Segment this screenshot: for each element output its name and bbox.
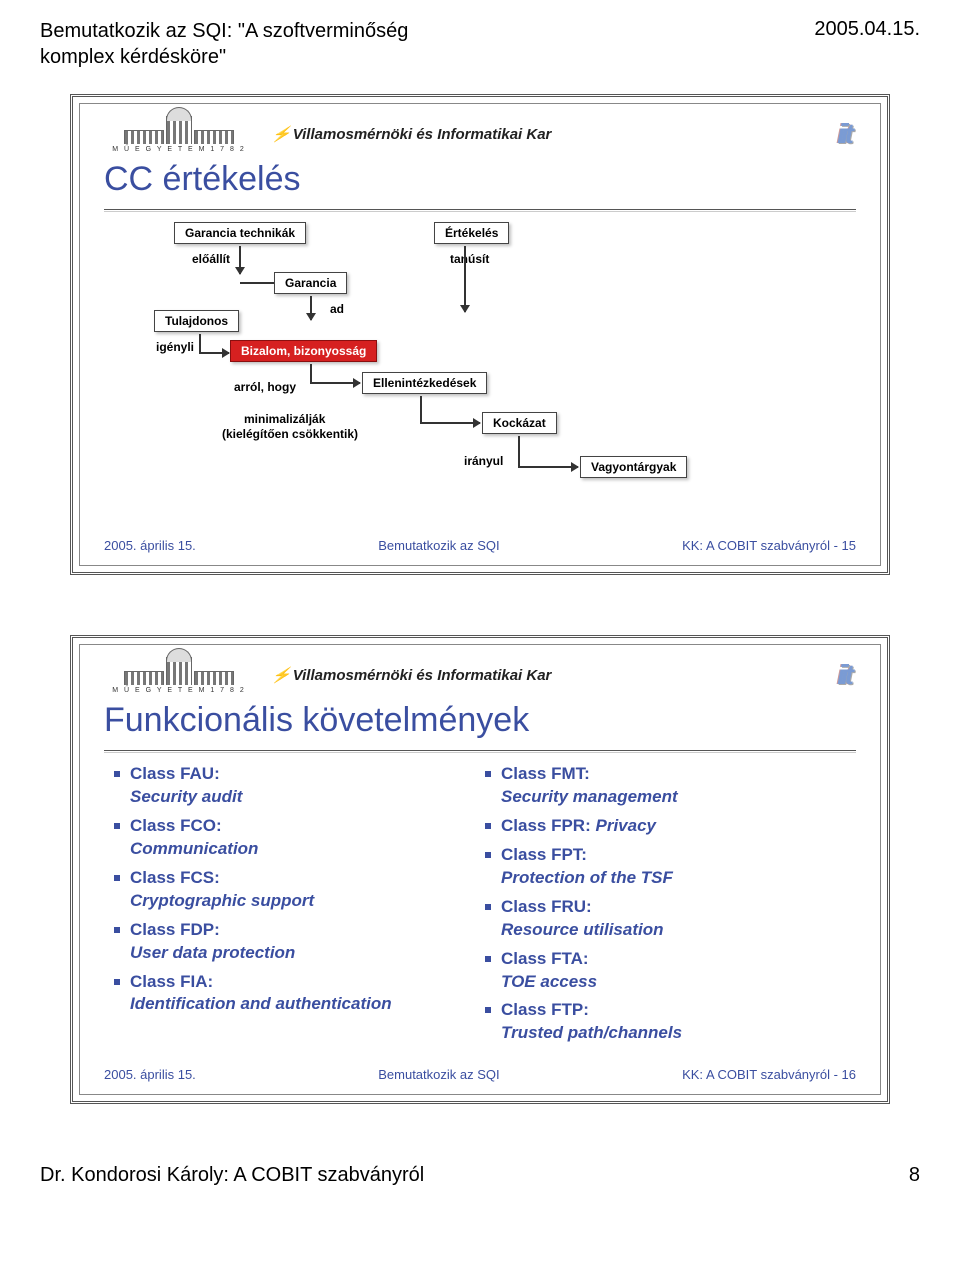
list-item: Class FCO:Communication: [114, 815, 475, 861]
label-igenyli: igényli: [156, 340, 194, 354]
list-item: Class FPR: Privacy: [485, 815, 846, 838]
list-item: Class FAU:Security audit: [114, 763, 475, 809]
requirements-columns: Class FAU:Security audit Class FCO:Commun…: [104, 763, 856, 1051]
doc-title-line2: komplex kérdésköre": [40, 46, 226, 68]
list-item-text: Class FTA:TOE access: [501, 948, 597, 994]
box-bizalom: Bizalom, bizonyosság: [230, 340, 377, 362]
slide2-footer-right: KK: A COBIT szabványról - 16: [682, 1067, 856, 1082]
label-arrol-hogy: arról, hogy: [234, 380, 296, 394]
bullet-icon: [485, 1007, 491, 1013]
bullet-icon: [485, 771, 491, 777]
list-item-text: Class FRU:Resource utilisation: [501, 896, 663, 942]
page-footer: Dr. Kondorosi Károly: A COBIT szabványró…: [40, 1164, 920, 1187]
slide2-title: Funkcionális követelmények: [104, 701, 856, 740]
box-ellenintezkedesek: Ellenintézkedések: [362, 372, 487, 394]
right-column: Class FMT:Security management Class FPR: …: [485, 763, 846, 1051]
box-garancia-technikak: Garancia technikák: [174, 222, 306, 244]
title-divider: [104, 750, 856, 751]
list-item: Class FTA:TOE access: [485, 948, 846, 994]
bullet-icon: [485, 852, 491, 858]
title-divider: [104, 209, 856, 210]
list-item: Class FRU:Resource utilisation: [485, 896, 846, 942]
department-label: ⚡Villamosmérnöki és Informatikai Kar: [272, 666, 551, 684]
list-item-text: Class FCS:Cryptographic support: [130, 867, 314, 913]
box-vagyontargyak: Vagyontárgyak: [580, 456, 687, 478]
page-header: Bemutatkozik az SQI: "A szoftverminőség …: [40, 18, 920, 70]
list-item-text: Class FCO:Communication: [130, 815, 258, 861]
list-item-text: Class FMT:Security management: [501, 763, 678, 809]
university-logo-icon: M Ű E G Y E T E M 1 7 8 2: [104, 114, 254, 154]
page-number: 8: [909, 1164, 920, 1187]
iit-logo-icon: iit: [837, 118, 856, 150]
university-logo-icon: M Ű E G Y E T E M 1 7 8 2: [104, 655, 254, 695]
bullet-icon: [114, 927, 120, 933]
label-eloallit: előállít: [192, 252, 230, 266]
box-garancia: Garancia: [274, 272, 347, 294]
list-item-text: Class FTP:Trusted path/channels: [501, 999, 682, 1045]
slide2-footer-mid: Bemutatkozik az SQI: [196, 1067, 682, 1082]
university-caption: M Ű E G Y E T E M 1 7 8 2: [104, 146, 254, 153]
box-tulajdonos: Tulajdonos: [154, 310, 239, 332]
slide-2: M Ű E G Y E T E M 1 7 8 2 ⚡Villamosmérnö…: [70, 635, 890, 1104]
doc-title-line1: Bemutatkozik az SQI: "A szoftverminőség: [40, 20, 408, 42]
slide-logos: M Ű E G Y E T E M 1 7 8 2 ⚡Villamosmérnö…: [104, 655, 856, 695]
list-item-text: Class FAU:Security audit: [130, 763, 242, 809]
left-column: Class FAU:Security audit Class FCO:Commun…: [114, 763, 475, 1051]
bullet-icon: [114, 823, 120, 829]
slide2-footer: 2005. április 15. Bemutatkozik az SQI KK…: [104, 1067, 856, 1082]
bullet-icon: [485, 904, 491, 910]
list-item-text: Class FPR: Privacy: [501, 815, 656, 838]
list-item-text: Class FIA:Identification and authenticat…: [130, 971, 392, 1017]
slide-1: M Ű E G Y E T E M 1 7 8 2 ⚡Villamosmérnö…: [70, 94, 890, 575]
bullet-icon: [114, 771, 120, 777]
box-ertekeles: Értékelés: [434, 222, 509, 244]
label-minimal2: (kielégítően csökkentik): [222, 427, 358, 441]
bolt-icon: ⚡: [270, 125, 292, 143]
list-item: Class FIA:Identification and authenticat…: [114, 971, 475, 1017]
bullet-icon: [485, 956, 491, 962]
doc-title: Bemutatkozik az SQI: "A szoftverminőség …: [40, 18, 408, 70]
slide1-footer-date: 2005. április 15.: [104, 538, 196, 553]
university-caption: M Ű E G Y E T E M 1 7 8 2: [104, 687, 254, 694]
slide-logos: M Ű E G Y E T E M 1 7 8 2 ⚡Villamosmérnö…: [104, 114, 856, 154]
label-minimal1: minimalizálják: [244, 412, 325, 426]
slide1-footer: 2005. április 15. Bemutatkozik az SQI KK…: [104, 538, 856, 553]
list-item-text: Class FDP:User data protection: [130, 919, 295, 965]
label-iranyul: irányul: [464, 454, 503, 468]
slide1-footer-right: KK: A COBIT szabványról - 15: [682, 538, 856, 553]
list-item: Class FDP:User data protection: [114, 919, 475, 965]
department-label: ⚡Villamosmérnöki és Informatikai Kar: [272, 125, 551, 143]
slide1-title: CC értékelés: [104, 160, 856, 199]
label-ad: ad: [330, 302, 344, 316]
list-item: Class FCS:Cryptographic support: [114, 867, 475, 913]
cc-diagram: Garancia technikák Értékelés előállít ta…: [104, 222, 856, 522]
bullet-icon: [114, 979, 120, 985]
list-item: Class FMT:Security management: [485, 763, 846, 809]
slide2-footer-date: 2005. április 15.: [104, 1067, 196, 1082]
list-item: Class FTP:Trusted path/channels: [485, 999, 846, 1045]
doc-date: 2005.04.15.: [814, 18, 920, 41]
bolt-icon: ⚡: [270, 666, 292, 684]
bullet-icon: [114, 875, 120, 881]
box-kockazat: Kockázat: [482, 412, 557, 434]
list-item-text: Class FPT:Protection of the TSF: [501, 844, 673, 890]
list-item: Class FPT:Protection of the TSF: [485, 844, 846, 890]
slide1-footer-mid: Bemutatkozik az SQI: [196, 538, 682, 553]
iit-logo-icon: iit: [837, 659, 856, 691]
bullet-icon: [485, 823, 491, 829]
label-tanusit: tanúsít: [450, 252, 489, 266]
page-footer-left: Dr. Kondorosi Károly: A COBIT szabványró…: [40, 1164, 424, 1187]
